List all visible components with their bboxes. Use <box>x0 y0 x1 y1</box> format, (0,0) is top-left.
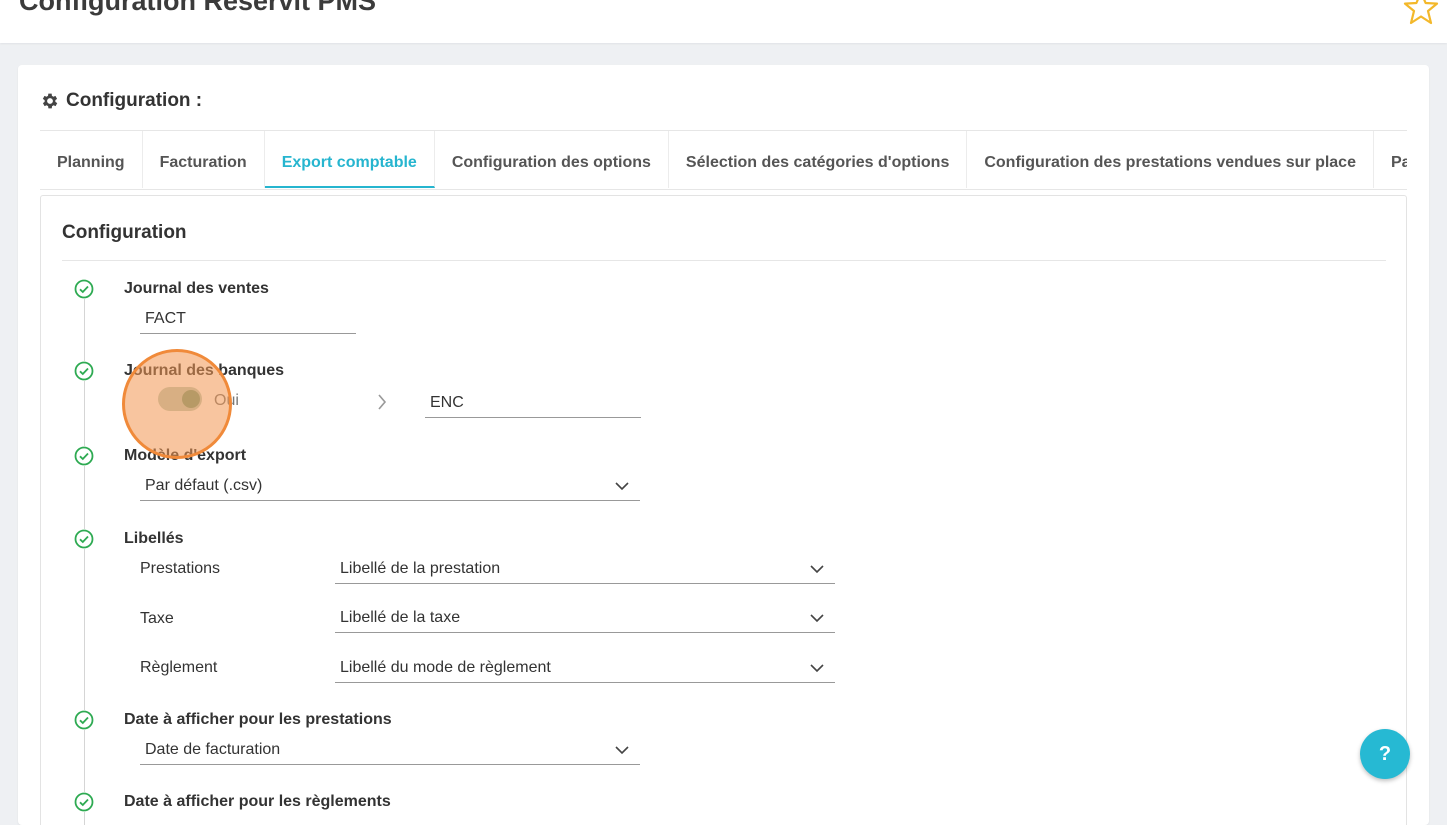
tab-export-comptable[interactable]: Export comptable <box>264 131 435 188</box>
libelle-prestations-value: Libellé de la prestation <box>340 560 501 577</box>
libelle-taxe-select[interactable]: Libellé de la taxe <box>335 603 835 633</box>
chevron-right-icon <box>378 394 387 410</box>
gear-icon <box>42 93 58 109</box>
help-button[interactable]: ? <box>1360 729 1410 779</box>
check-circle-icon <box>74 279 94 299</box>
check-circle-icon <box>74 446 94 466</box>
star-icon[interactable] <box>1403 0 1439 26</box>
date-prestations-label: Date à afficher pour les prestations <box>124 711 392 728</box>
journal-ventes-label: Journal des ventes <box>124 280 269 297</box>
modele-export-label: Modèle d'export <box>124 447 247 464</box>
toggle-knob <box>182 390 200 408</box>
chevron-down-icon <box>810 664 824 673</box>
modele-export-value: Par défaut (.csv) <box>145 477 263 494</box>
chevron-down-icon <box>810 565 824 574</box>
date-reglements-label: Date à afficher pour les règlements <box>124 793 391 810</box>
tab-partenaires[interactable]: Partenaires <box>1374 131 1407 188</box>
libelle-taxe-value: Libellé de la taxe <box>340 609 461 626</box>
check-circle-icon <box>74 361 94 381</box>
modele-export-select[interactable]: Par défaut (.csv) <box>140 471 640 501</box>
page-title: Configuration Reservit PMS <box>19 0 377 16</box>
export-config-panel: Configuration Journal des ventes FACT Jo… <box>40 195 1407 825</box>
chevron-down-icon <box>615 746 629 755</box>
libelle-reglement-select[interactable]: Libellé du mode de règlement <box>335 653 835 683</box>
tab-configuration-options[interactable]: Configuration des options <box>435 131 669 188</box>
tab-facturation[interactable]: Facturation <box>143 131 265 188</box>
chevron-down-icon <box>810 614 824 623</box>
libelle-reglement-value: Libellé du mode de règlement <box>340 659 551 676</box>
tab-bar: Planning Facturation Export comptable Co… <box>40 131 1407 190</box>
journal-ventes-input[interactable]: FACT <box>140 304 356 334</box>
card-title: Configuration : <box>40 90 202 112</box>
date-prestations-select[interactable]: Date de facturation <box>140 735 640 765</box>
reglement-label: Règlement <box>140 659 218 676</box>
top-bar: Configuration Reservit PMS <box>0 0 1447 43</box>
panel-title: Configuration <box>62 222 187 243</box>
tab-prestations-vendues-sur-place[interactable]: Configuration des prestations vendues su… <box>967 131 1374 188</box>
panel-divider <box>62 260 1386 261</box>
prestations-label: Prestations <box>140 560 221 577</box>
libelle-prestations-select[interactable]: Libellé de la prestation <box>335 554 835 584</box>
tab-selection-categories-options[interactable]: Sélection des catégories d'options <box>669 131 968 188</box>
taxe-label: Taxe <box>140 610 174 627</box>
chevron-down-icon <box>615 482 629 491</box>
date-prestations-value: Date de facturation <box>145 741 281 758</box>
tab-planning[interactable]: Planning <box>40 131 143 188</box>
check-circle-icon <box>74 710 94 730</box>
journal-banques-label: Journal des banques <box>124 362 285 379</box>
journal-banques-input[interactable]: ENC <box>425 388 641 418</box>
card-title-text: Configuration : <box>66 90 203 111</box>
check-circle-icon <box>74 529 94 549</box>
configuration-card: Configuration : Planning Facturation Exp… <box>18 65 1429 825</box>
journal-banques-toggle[interactable] <box>158 387 202 411</box>
toggle-label: Oui <box>214 392 239 409</box>
libelles-label: Libellés <box>124 530 184 547</box>
check-circle-icon <box>74 792 94 812</box>
